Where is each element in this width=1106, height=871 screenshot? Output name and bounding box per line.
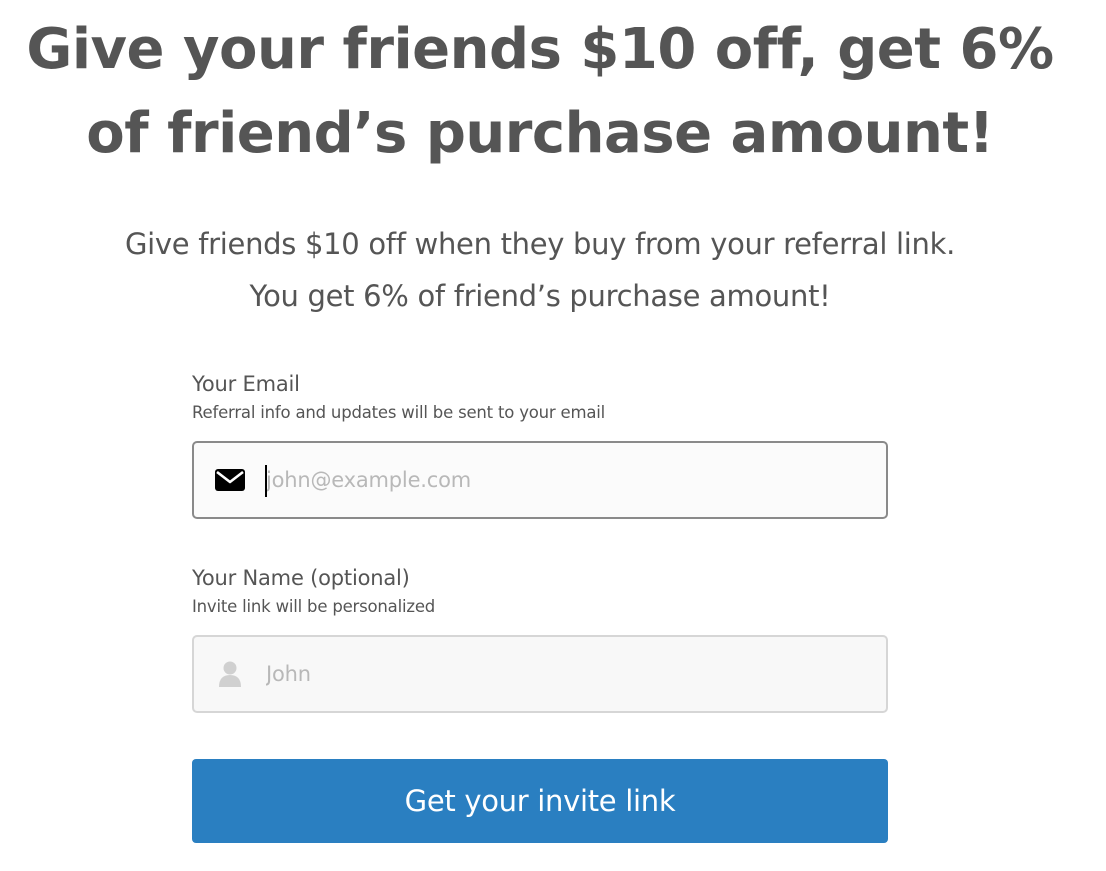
name-input-wrapper[interactable] <box>192 635 888 713</box>
email-label: Your Email <box>192 372 300 396</box>
get-invite-link-button[interactable]: Get your invite link <box>192 759 888 843</box>
email-field-group: Your Email Referral info and updates wil… <box>192 368 888 519</box>
email-input-wrapper[interactable] <box>192 441 888 519</box>
name-input[interactable] <box>266 644 886 704</box>
text-cursor <box>265 465 267 497</box>
email-input[interactable] <box>266 450 886 510</box>
referral-form: Your Email Referral info and updates wil… <box>192 368 888 843</box>
envelope-icon <box>194 469 266 491</box>
page-subheadline: Give friends $10 off when they buy from … <box>124 227 956 313</box>
page-headline: Give your friends $10 off, get 6% of fri… <box>26 17 1054 166</box>
name-label: Your Name (optional) <box>192 566 410 590</box>
email-help-text: Referral info and updates will be sent t… <box>192 403 606 422</box>
name-help-text: Invite link will be personalized <box>192 597 436 616</box>
name-field-group: Your Name (optional) Invite link will be… <box>192 562 888 713</box>
user-icon <box>194 661 266 687</box>
